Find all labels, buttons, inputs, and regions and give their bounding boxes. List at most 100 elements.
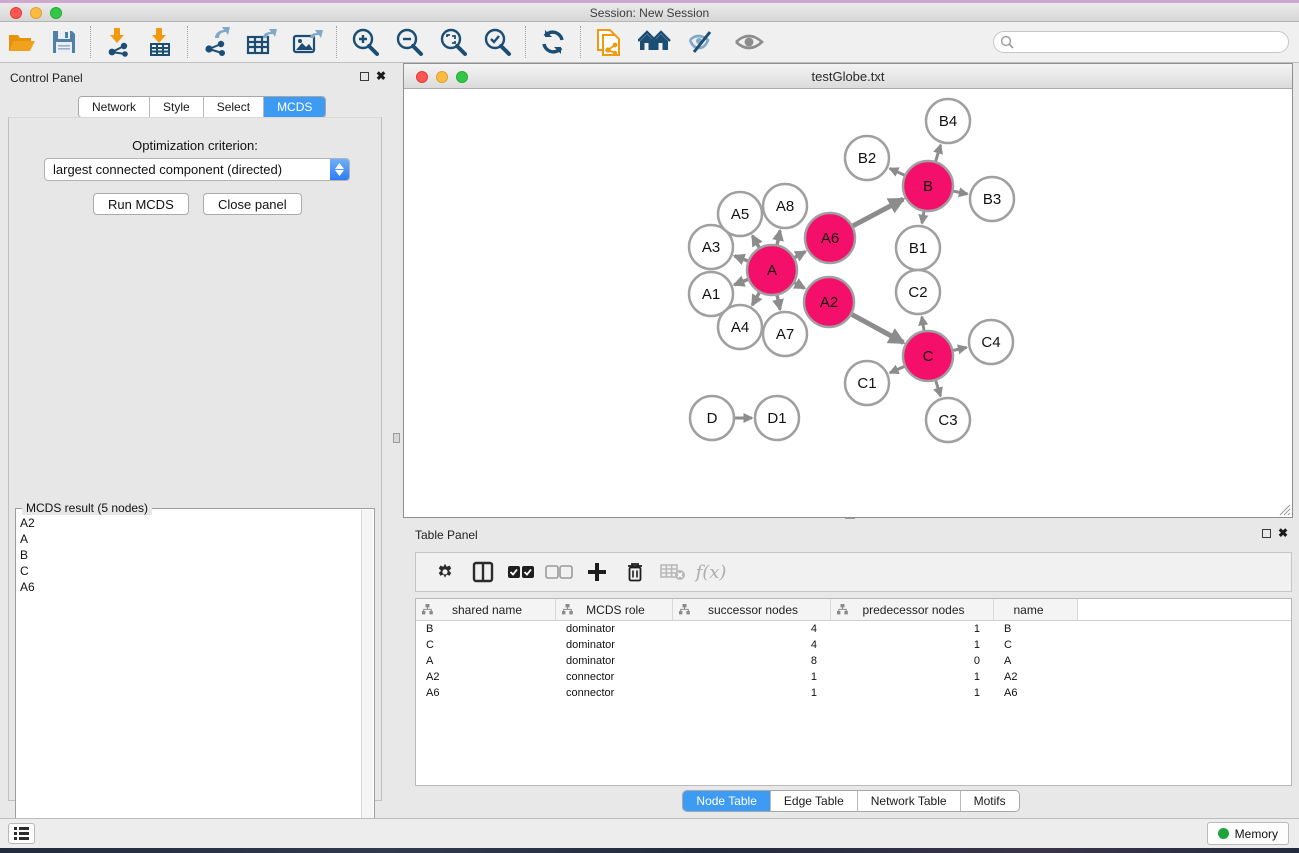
- result-scrollbar[interactable]: [361, 510, 373, 848]
- zoom-fit-button[interactable]: [431, 24, 475, 60]
- table-cell[interactable]: 1: [831, 623, 994, 635]
- result-item[interactable]: A6: [16, 579, 360, 595]
- graph-node-C4[interactable]: C4: [969, 320, 1013, 364]
- close-panel-button[interactable]: Close panel: [203, 193, 302, 215]
- memory-button[interactable]: Memory: [1207, 822, 1289, 845]
- edge-C-C1[interactable]: [890, 367, 904, 373]
- column-header-name[interactable]: name: [994, 599, 1078, 620]
- table-cell[interactable]: A6: [416, 687, 556, 699]
- table-cell[interactable]: 8: [673, 655, 831, 667]
- table-cell[interactable]: A: [416, 655, 556, 667]
- deselect-all-button[interactable]: [540, 555, 578, 589]
- edge-C-C3[interactable]: [936, 381, 941, 396]
- table-cell[interactable]: 1: [831, 639, 994, 651]
- first-neighbors-button[interactable]: [631, 24, 679, 60]
- window-resize-grip[interactable]: [1277, 502, 1291, 516]
- table-cell[interactable]: 0: [831, 655, 994, 667]
- edge-B-B3[interactable]: [953, 191, 967, 194]
- graph-node-D[interactable]: D: [690, 396, 734, 440]
- search-input[interactable]: [1014, 33, 1280, 51]
- tab-mcds[interactable]: MCDS: [264, 97, 325, 117]
- tab-select[interactable]: Select: [204, 97, 264, 117]
- column-header-shared-name[interactable]: shared name: [416, 599, 556, 620]
- table-cell[interactable]: 1: [673, 671, 831, 683]
- add-row-button[interactable]: [578, 555, 616, 589]
- edge-A-A2[interactable]: [795, 283, 805, 289]
- table-panel-float-icon[interactable]: [1262, 529, 1271, 538]
- table-cell[interactable]: 4: [673, 623, 831, 635]
- graph-node-A7[interactable]: A7: [763, 312, 807, 356]
- control-panel-float-icon[interactable]: [360, 72, 369, 81]
- column-header-MCDS-role[interactable]: MCDS role: [556, 599, 673, 620]
- graph-node-C[interactable]: C: [903, 331, 953, 381]
- graph-node-B1[interactable]: B1: [896, 226, 940, 270]
- control-panel-close-icon[interactable]: ✖: [376, 69, 386, 83]
- table-cell[interactable]: 1: [673, 687, 831, 699]
- edge-A-A1[interactable]: [734, 280, 748, 285]
- delete-row-button[interactable]: [616, 555, 654, 589]
- graph-node-A4[interactable]: A4: [718, 305, 762, 349]
- table-cell[interactable]: C: [994, 639, 1078, 651]
- edge-A-A3[interactable]: [734, 256, 747, 261]
- edge-A-A4[interactable]: [752, 293, 759, 306]
- graph-node-A5[interactable]: A5: [718, 192, 762, 236]
- open-file-button[interactable]: [0, 24, 44, 60]
- tab-network-table[interactable]: Network Table: [858, 791, 961, 811]
- optimization-criterion-dropdown[interactable]: largest connected component (directed): [44, 158, 350, 181]
- tab-motifs[interactable]: Motifs: [961, 791, 1019, 811]
- function-builder-button[interactable]: f(x): [692, 555, 730, 589]
- tab-style[interactable]: Style: [150, 97, 204, 117]
- edge-C-C2[interactable]: [922, 317, 924, 331]
- column-header-successor-nodes[interactable]: successor nodes: [673, 599, 831, 620]
- graph-node-A[interactable]: A: [747, 245, 797, 295]
- zoom-out-button[interactable]: [387, 24, 431, 60]
- export-image-button[interactable]: [284, 24, 330, 60]
- result-item[interactable]: B: [16, 547, 360, 563]
- zoom-in-button[interactable]: [343, 24, 387, 60]
- graph-node-D1[interactable]: D1: [755, 396, 799, 440]
- table-row[interactable]: A6connector11A6: [416, 685, 1291, 701]
- table-cell[interactable]: 4: [673, 639, 831, 651]
- table-cell[interactable]: connector: [556, 687, 673, 699]
- table-cell[interactable]: 1: [831, 687, 994, 699]
- task-history-button[interactable]: [8, 823, 35, 844]
- network-window-titlebar[interactable]: testGlobe.txt: [404, 64, 1292, 89]
- tab-network[interactable]: Network: [79, 97, 150, 117]
- vertical-split-grip[interactable]: [393, 433, 400, 443]
- edge-A-A6[interactable]: [795, 252, 806, 258]
- table-cell[interactable]: 1: [831, 671, 994, 683]
- table-cell[interactable]: A6: [994, 687, 1078, 699]
- table-cell[interactable]: dominator: [556, 655, 673, 667]
- graph-node-A8[interactable]: A8: [763, 184, 807, 228]
- table-row[interactable]: Adominator80A: [416, 653, 1291, 669]
- table-cell[interactable]: dominator: [556, 639, 673, 651]
- table-cell[interactable]: A2: [994, 671, 1078, 683]
- save-session-button[interactable]: [44, 24, 84, 60]
- table-panel-close-icon[interactable]: ✖: [1278, 526, 1288, 540]
- graph-node-A2[interactable]: A2: [804, 277, 854, 327]
- edge-A2-C[interactable]: [852, 314, 904, 342]
- export-network-button[interactable]: [194, 24, 238, 60]
- network-canvas[interactable]: AA1A2A3A4A5A6A7A8BB1B2B3B4CC1C2C3C4DD1: [404, 89, 1292, 517]
- graph-node-B2[interactable]: B2: [845, 136, 889, 180]
- tab-edge-table[interactable]: Edge Table: [771, 791, 858, 811]
- import-table-button[interactable]: [139, 24, 181, 60]
- import-network-button[interactable]: [97, 24, 139, 60]
- edge-B-B1[interactable]: [922, 212, 924, 224]
- table-row[interactable]: Bdominator41B: [416, 621, 1291, 637]
- graph-node-A6[interactable]: A6: [805, 213, 855, 263]
- select-all-button[interactable]: [502, 555, 540, 589]
- edge-B-B4[interactable]: [936, 145, 941, 161]
- table-cell[interactable]: B: [994, 623, 1078, 635]
- tab-node-table[interactable]: Node Table: [683, 791, 771, 811]
- run-mcds-button[interactable]: Run MCDS: [93, 193, 189, 215]
- hide-selected-button[interactable]: [679, 24, 725, 60]
- graph-node-B3[interactable]: B3: [970, 177, 1014, 221]
- show-all-button[interactable]: [725, 24, 773, 60]
- show-column-button[interactable]: [464, 555, 502, 589]
- result-item[interactable]: A2: [16, 515, 360, 531]
- table-cell[interactable]: A: [994, 655, 1078, 667]
- table-cell[interactable]: C: [416, 639, 556, 651]
- table-settings-button[interactable]: [426, 555, 464, 589]
- new-network-from-selection-button[interactable]: [587, 24, 631, 60]
